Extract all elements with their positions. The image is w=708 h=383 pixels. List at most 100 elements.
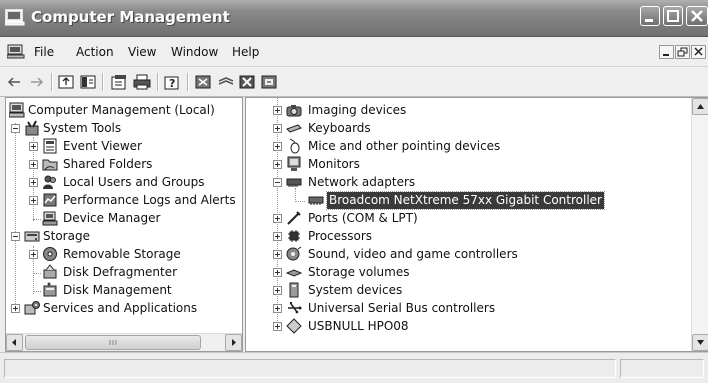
close-button[interactable]: [686, 6, 708, 26]
minimize-button[interactable]: [640, 6, 660, 26]
device-label: Mice and other pointing devices: [308, 139, 501, 153]
device-manager-icon: [42, 211, 58, 226]
collapse-toggle[interactable]: [273, 178, 282, 187]
expand-toggle[interactable]: [11, 304, 20, 313]
uninstall-icon[interactable]: [217, 73, 235, 91]
device-label: Storage volumes: [308, 265, 410, 279]
toolbar-separator: [187, 73, 189, 91]
expand-toggle[interactable]: [273, 124, 282, 133]
computer-management-icon: [5, 9, 25, 26]
right-vertical-scrollbar[interactable]: [691, 98, 708, 351]
mdi-restore-button[interactable]: [675, 45, 690, 59]
arrow-right-icon: [232, 339, 236, 346]
properties-icon[interactable]: [110, 73, 128, 91]
scan-hardware-icon[interactable]: [194, 73, 212, 91]
update-driver-icon[interactable]: [260, 73, 278, 91]
scroll-left-button[interactable]: [6, 334, 23, 351]
menu-window[interactable]: Window: [171, 45, 218, 59]
device-label: Monitors: [308, 157, 360, 171]
defragmenter-icon: [43, 264, 57, 279]
show-hide-tree-icon[interactable]: [79, 73, 97, 91]
services-icon: [24, 301, 40, 315]
tree-label: Local Users and Groups: [63, 175, 205, 189]
console-tree-pane: Computer Management (Local) System Tools…: [5, 97, 243, 352]
tree-label: Storage: [43, 229, 90, 243]
expand-toggle[interactable]: [273, 106, 282, 115]
network-card-icon: [308, 196, 324, 205]
close-icon: [694, 47, 703, 56]
expand-toggle[interactable]: [273, 322, 282, 331]
device-label-selected: Broadcom NetXtreme 57xx Gigabit Controll…: [326, 191, 605, 210]
device-label: Sound, video and game controllers: [308, 247, 518, 261]
disable-icon[interactable]: [238, 73, 256, 91]
mouse-icon: [289, 138, 300, 154]
mdi-minimize-button[interactable]: [659, 45, 674, 59]
collapse-toggle[interactable]: [11, 232, 20, 241]
tree-connector: [295, 201, 305, 202]
expand-toggle[interactable]: [273, 232, 282, 241]
camera-icon: [286, 105, 302, 117]
left-horizontal-scrollbar[interactable]: [6, 333, 242, 351]
forward-icon[interactable]: [28, 73, 46, 91]
menu-view[interactable]: View: [128, 45, 156, 59]
expand-toggle[interactable]: [29, 142, 38, 151]
scroll-thumb[interactable]: [25, 335, 201, 350]
expand-toggle[interactable]: [273, 268, 282, 277]
menu-action[interactable]: Action: [76, 45, 114, 59]
toolbar-separator: [51, 73, 53, 91]
storage-icon: [24, 231, 40, 242]
removable-storage-icon: [43, 247, 57, 261]
tree-connector: [33, 219, 41, 220]
scroll-up-button[interactable]: [692, 98, 708, 115]
expand-toggle[interactable]: [273, 142, 282, 151]
expand-toggle[interactable]: [29, 160, 38, 169]
expand-toggle[interactable]: [29, 250, 38, 259]
monitor-icon: [287, 156, 301, 171]
back-icon[interactable]: [5, 73, 23, 91]
mdi-close-button[interactable]: [691, 45, 706, 59]
device-label: Network adapters: [308, 175, 416, 189]
console-icon[interactable]: [7, 44, 25, 59]
tree-label: Computer Management (Local): [28, 103, 215, 117]
scroll-down-button[interactable]: [692, 334, 708, 351]
system-device-icon: [289, 282, 299, 298]
performance-icon: [43, 193, 57, 207]
device-label: USBNULL HPO08: [308, 319, 409, 333]
menu-help[interactable]: Help: [232, 45, 259, 59]
arrow-down-icon: [697, 340, 704, 345]
toolbar-separator: [102, 73, 104, 91]
arrow-left-icon: [12, 339, 16, 346]
minimize-icon: [645, 19, 653, 22]
status-bar: [0, 352, 708, 383]
expand-toggle[interactable]: [273, 286, 282, 295]
maximize-button[interactable]: [663, 6, 683, 26]
users-icon: [43, 175, 56, 189]
expand-toggle[interactable]: [29, 178, 38, 187]
expand-toggle[interactable]: [29, 196, 38, 205]
help-icon[interactable]: ?: [163, 73, 181, 91]
expand-toggle[interactable]: [273, 214, 282, 223]
menu-file[interactable]: File: [34, 45, 54, 59]
expand-toggle[interactable]: [273, 250, 282, 259]
window-title: Computer Management: [31, 8, 230, 26]
tree-connector: [15, 123, 16, 310]
network-adapter-icon: [286, 178, 302, 187]
device-tree-pane: Imaging devices Keyboards Mice and other…: [245, 97, 708, 352]
tree-label: Performance Logs and Alerts: [63, 193, 236, 207]
tree-label: Services and Applications: [43, 301, 198, 315]
expand-toggle[interactable]: [273, 304, 282, 313]
toolbar-separator: [157, 73, 159, 91]
restore-icon: [677, 47, 688, 57]
status-panel-secondary: [620, 359, 704, 378]
scroll-right-button[interactable]: [225, 334, 242, 351]
maximize-icon: [667, 10, 679, 22]
device-label: Keyboards: [308, 121, 371, 135]
up-icon[interactable]: [57, 73, 75, 91]
expand-toggle[interactable]: [273, 160, 282, 169]
device-label: Processors: [308, 229, 373, 243]
shared-folders-icon: [42, 159, 58, 171]
print-icon[interactable]: [133, 73, 151, 91]
collapse-toggle[interactable]: [11, 124, 20, 133]
svg-text:?: ?: [169, 77, 175, 90]
title-bar[interactable]: Computer Management: [0, 0, 708, 37]
